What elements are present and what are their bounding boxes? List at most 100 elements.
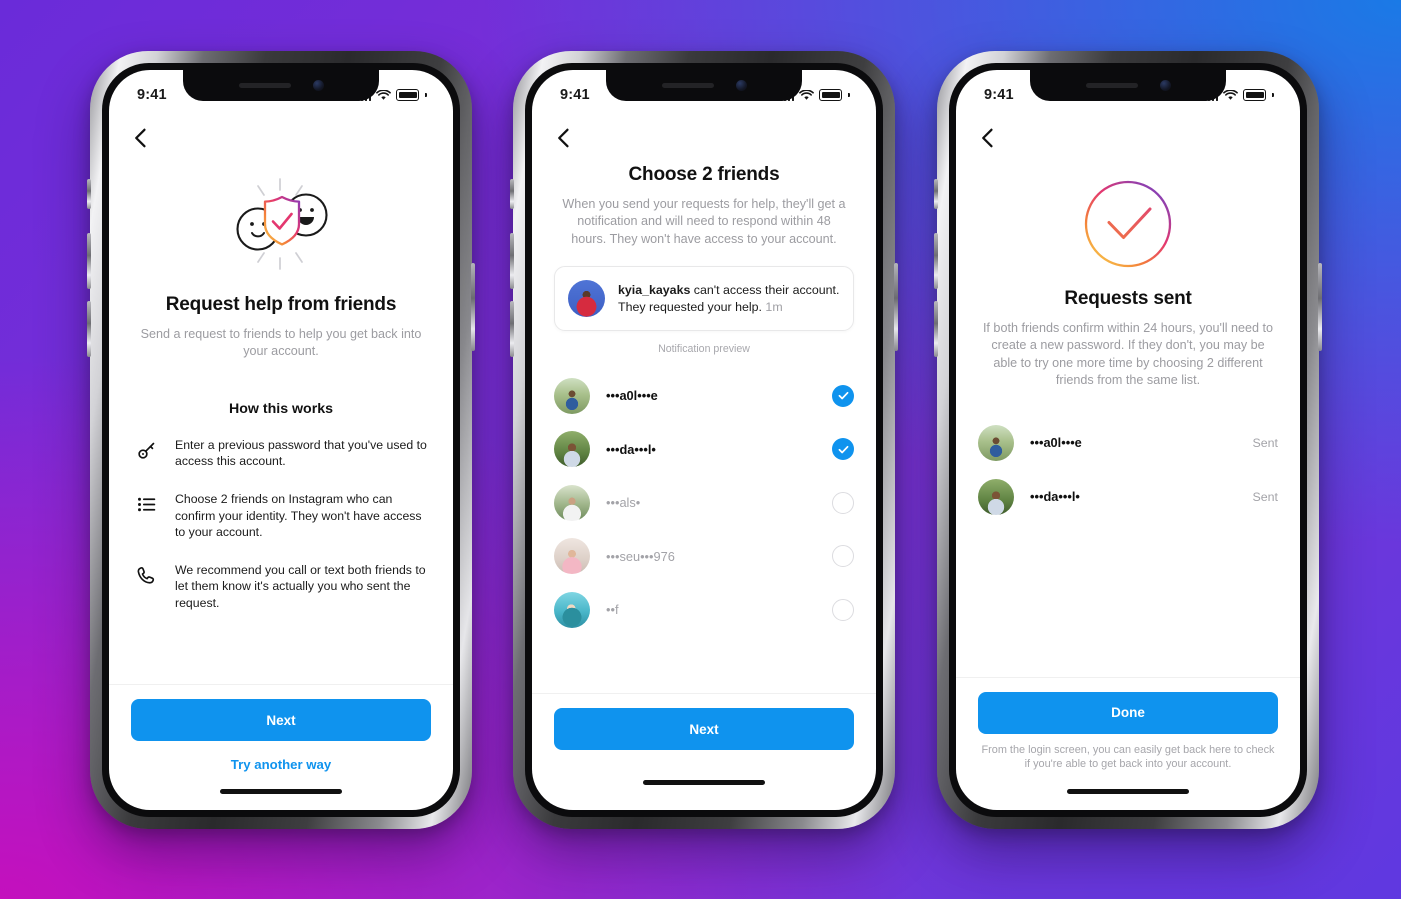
status-badge: Sent (1252, 489, 1279, 504)
table-row: •••a0l•••e Sent (978, 416, 1278, 470)
volume-up-button (934, 233, 938, 289)
table-row[interactable]: ••f (554, 583, 854, 637)
screen-content: Requests sent If both friends confirm wi… (956, 160, 1300, 677)
front-camera (735, 80, 747, 91)
kyia-kayaks-avatar (568, 280, 605, 318)
list-item: Enter a previous password that you've us… (133, 437, 431, 470)
status-time: 9:41 (984, 87, 1014, 103)
friend-avatar-1 (554, 377, 590, 414)
table-row[interactable]: •••als• (554, 476, 854, 530)
phone-bezel: 9:41 (949, 63, 1307, 817)
status-bar: 9:41 (956, 70, 1300, 116)
action-area: Next Try another way (109, 684, 453, 772)
chevron-left-icon[interactable] (128, 125, 154, 151)
nav-bar (956, 116, 1300, 160)
section-heading: How this works (228, 400, 334, 417)
power-button (471, 263, 475, 351)
home-indicator-area (109, 772, 453, 810)
home-indicator[interactable] (1067, 788, 1189, 794)
table-row[interactable]: •••a0l•••e (554, 369, 854, 423)
volume-down-button (510, 301, 514, 357)
page-subtitle: If both friends confirm within 24 hours,… (982, 321, 1274, 388)
battery-full-icon (1243, 89, 1267, 101)
page-title: Request help from friends (165, 294, 397, 315)
earpiece-speaker (661, 83, 714, 88)
volume-up-button (510, 233, 514, 289)
status-time: 9:41 (137, 87, 167, 103)
list-item: We recommend you call or text both frien… (133, 562, 431, 612)
screen-request-help: 9:41 Request help from friends Send a re… (109, 70, 453, 810)
battery-tip (1272, 93, 1274, 97)
power-button (894, 263, 898, 351)
done-button[interactable]: Done (978, 691, 1278, 734)
action-area: Done From the login screen, you can easi… (956, 676, 1300, 772)
screen-requests-sent: 9:41 Requests sent If both friends confi… (956, 70, 1300, 810)
friend-avatar-1 (978, 424, 1014, 461)
power-button (1318, 263, 1322, 351)
action-area: Next (532, 693, 876, 754)
check-circle-filled-icon[interactable] (832, 384, 854, 407)
check-circle-filled-icon[interactable] (832, 438, 854, 461)
key-icon (133, 438, 159, 464)
table-row[interactable]: •••seu•••976 (554, 530, 854, 584)
notification-username: kyia_kayaks (618, 283, 691, 298)
try-another-way-link[interactable]: Try another way (131, 757, 431, 772)
friend-avatar-3 (554, 484, 590, 521)
friend-name: •••da•••l• (606, 441, 656, 457)
friend-name: •••seu•••976 (606, 548, 675, 564)
status-badge: Sent (1252, 435, 1279, 450)
notch (1030, 70, 1226, 101)
friend-selection-list: •••a0l•••e •••da•••l• •••als• •••seu•••9… (532, 369, 876, 693)
notification-preview-card: kyia_kayaks can't access their account. … (554, 266, 854, 332)
friend-name: •••da•••l• (1030, 489, 1080, 504)
list-icon (133, 492, 159, 518)
phone-bezel: 9:41 Choose 2 friends When you send your… (525, 63, 883, 817)
phone-mockup-request-help: 9:41 Request help from friends Send a re… (87, 51, 475, 829)
home-indicator-area (956, 772, 1300, 810)
screen-choose-friends: 9:41 Choose 2 friends When you send your… (532, 70, 876, 810)
notch (183, 70, 379, 101)
page-subtitle: Send a request to friends to help you ge… (140, 327, 422, 359)
page-title: Requests sent (1064, 288, 1192, 309)
friends-shield-check-illustration (109, 172, 453, 276)
circle-empty-icon[interactable] (832, 491, 854, 514)
status-bar: 9:41 (109, 70, 453, 116)
front-camera (312, 80, 324, 91)
earpiece-speaker (238, 83, 291, 88)
mute-switch (934, 179, 938, 209)
battery-full-icon (819, 89, 843, 101)
screen-content: Choose 2 friends When you send your requ… (532, 160, 876, 693)
status-bar: 9:41 (532, 70, 876, 116)
mute-switch (87, 179, 91, 209)
page-title: Choose 2 friends (628, 164, 780, 185)
status-time: 9:41 (560, 87, 590, 103)
friend-name: •••a0l•••e (1030, 435, 1082, 450)
friend-avatar-4 (554, 538, 590, 575)
volume-up-button (87, 233, 91, 289)
home-indicator[interactable] (643, 779, 765, 785)
table-row[interactable]: •••da•••l• (554, 423, 854, 477)
notification-preview-caption: Notification preview (658, 343, 750, 356)
chevron-left-icon[interactable] (975, 125, 1001, 151)
battery-full-icon (396, 89, 420, 101)
circle-empty-icon[interactable] (832, 598, 854, 621)
phone-icon (133, 563, 159, 589)
gradient-check-circle-illustration (956, 178, 1300, 270)
next-button[interactable]: Next (554, 708, 854, 750)
chevron-left-icon[interactable] (551, 125, 577, 151)
earpiece-speaker (1085, 83, 1138, 88)
home-indicator[interactable] (220, 788, 342, 794)
screen-content: Request help from friends Send a request… (109, 160, 453, 684)
battery-tip (425, 93, 427, 97)
next-button[interactable]: Next (131, 699, 431, 741)
circle-empty-icon[interactable] (832, 545, 854, 568)
list-item: Choose 2 friends on Instagram who can co… (133, 491, 431, 541)
phone-mockup-requests-sent: 9:41 Requests sent If both friends confi… (934, 51, 1322, 829)
how-it-works-list: Enter a previous password that you've us… (109, 437, 453, 612)
sent-requests-list: •••a0l•••e Sent •••da•••l• Sent (956, 416, 1300, 524)
phone-bezel: 9:41 (102, 63, 460, 817)
mute-switch (510, 179, 514, 209)
friend-name: •••a0l•••e (606, 388, 658, 404)
list-item-label: Choose 2 friends on Instagram who can co… (175, 491, 422, 540)
footnote-text: From the login screen, you can easily ge… (981, 743, 1275, 771)
